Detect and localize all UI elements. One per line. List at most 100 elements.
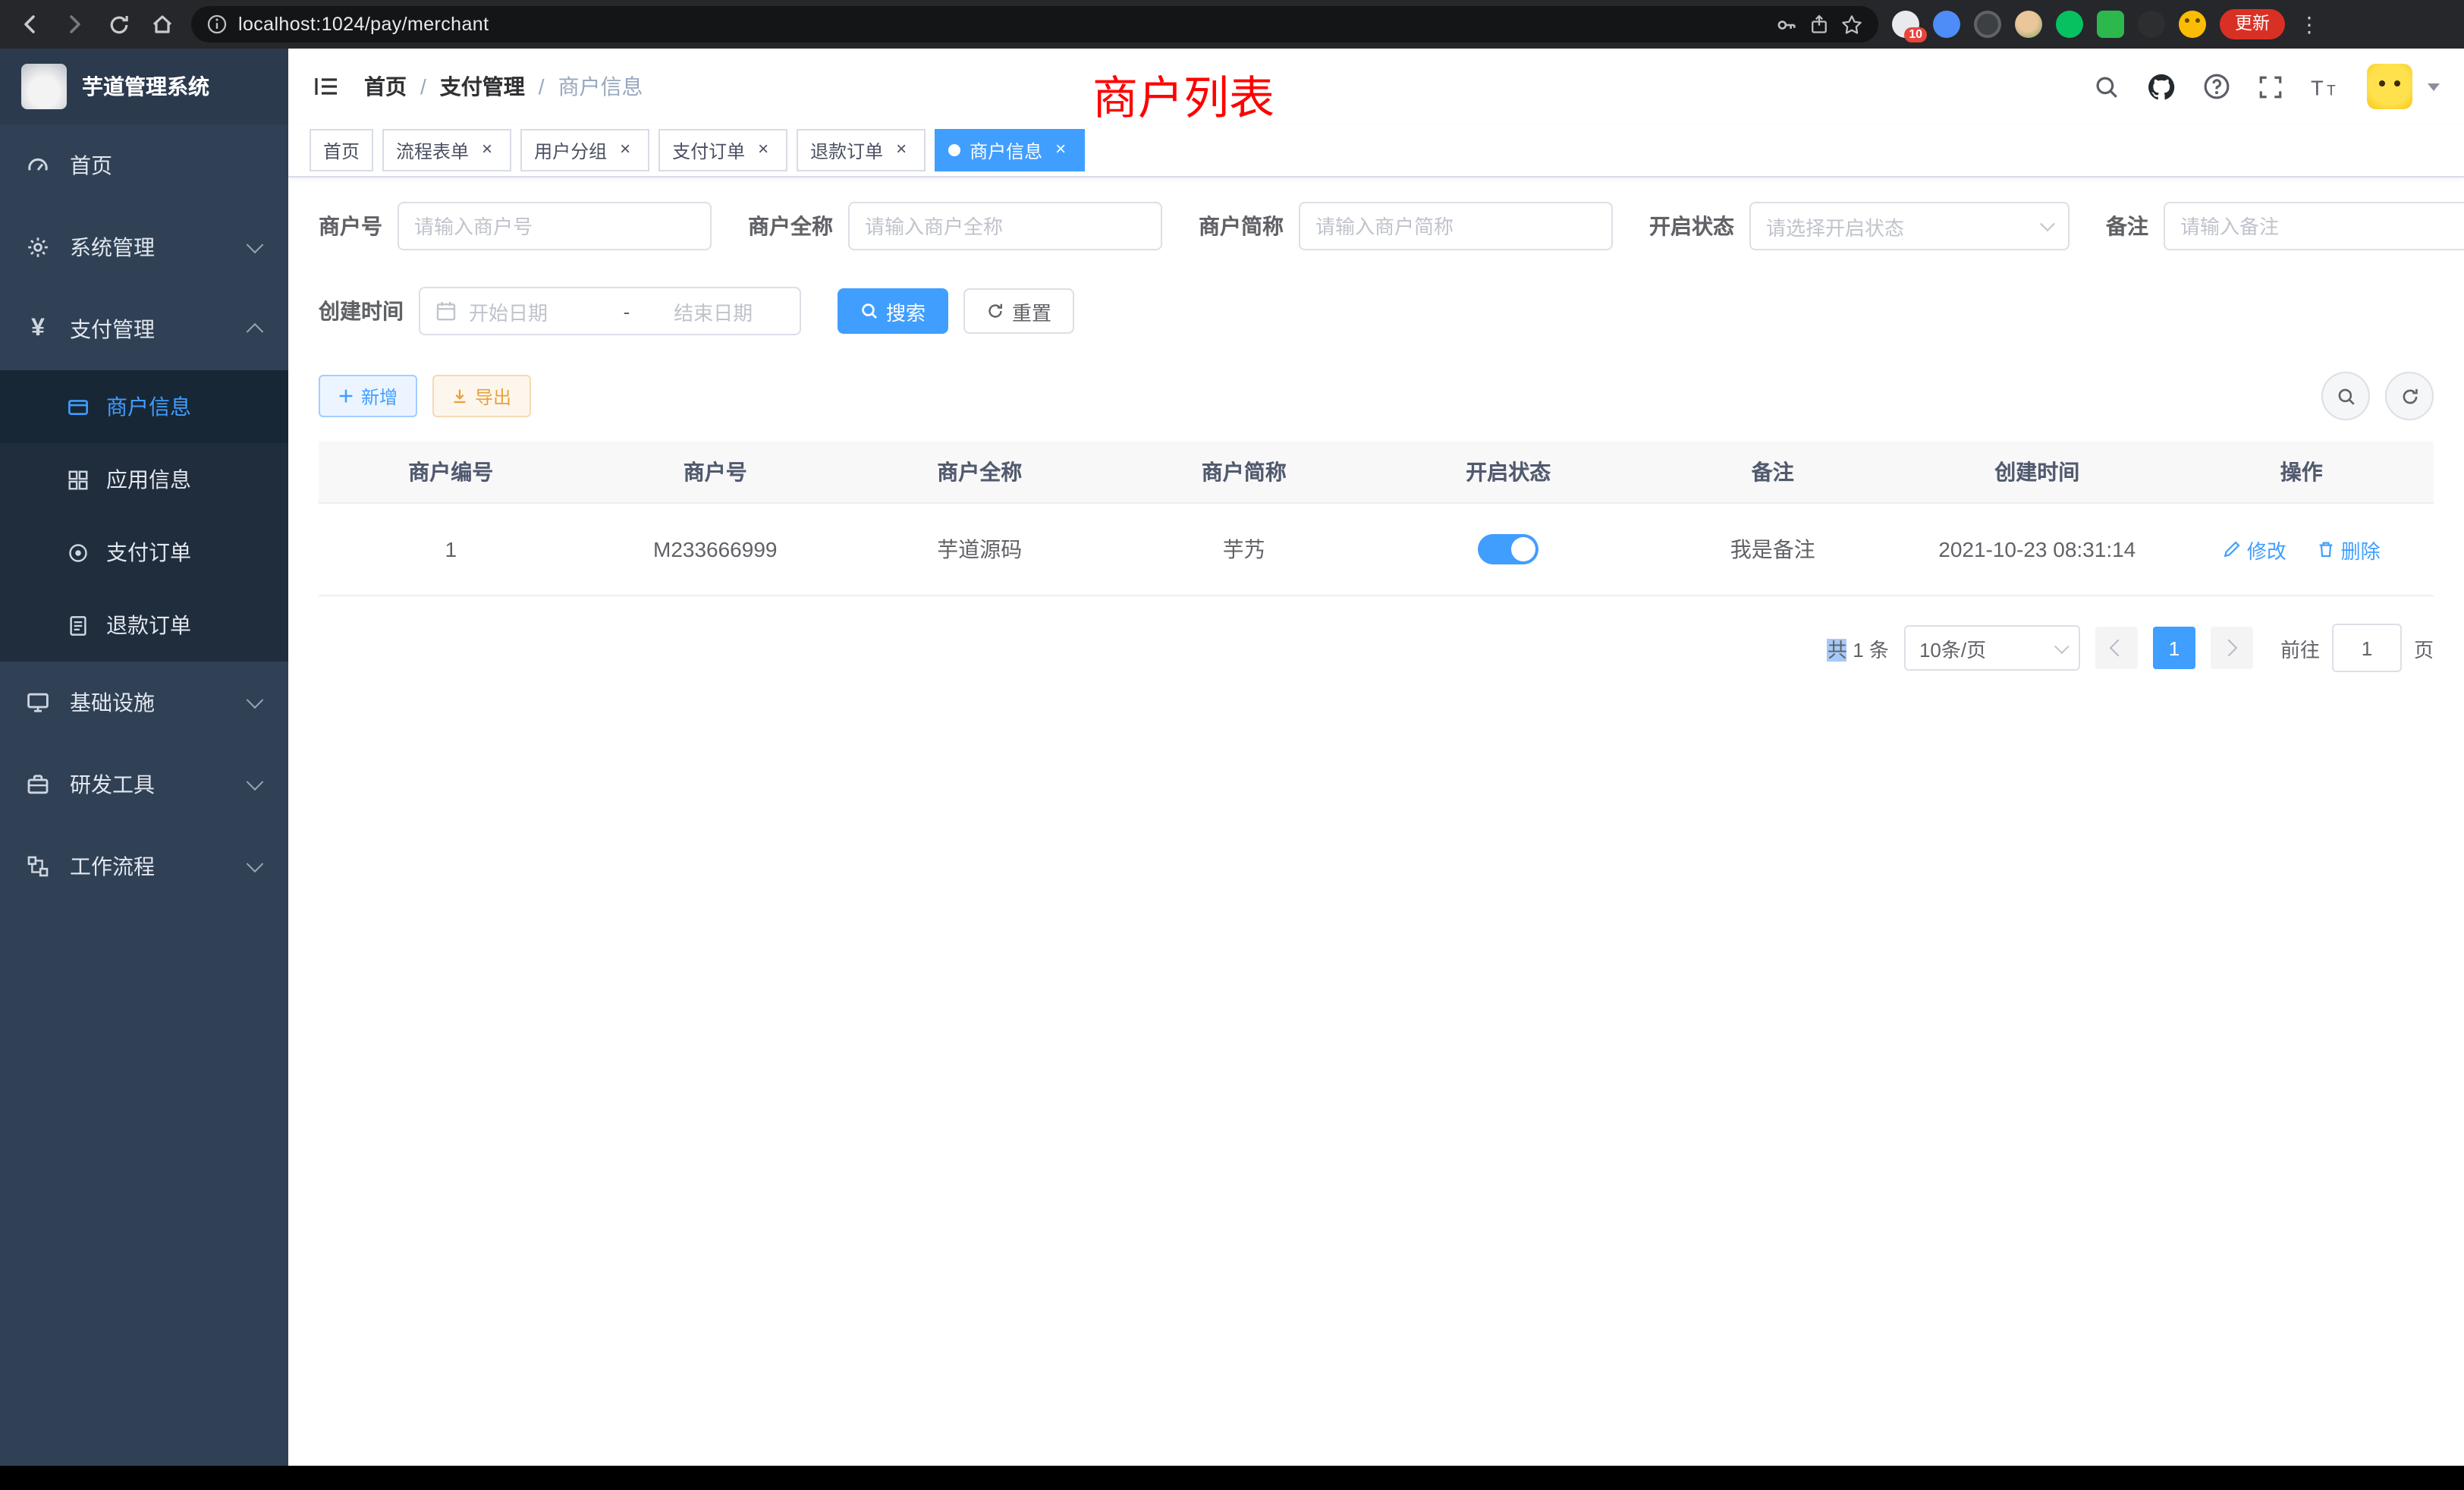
sidebar-item-label: 支付订单 [106, 537, 191, 567]
sidebar-item-pay-order[interactable]: 支付订单 [0, 516, 288, 589]
extension-avatar-icon[interactable] [2015, 11, 2042, 38]
header-actions: TT [2094, 64, 2440, 109]
date-separator: - [624, 300, 630, 322]
full-name-input[interactable] [848, 202, 1162, 250]
table-header-row: 商户编号 商户号 商户全称 商户简称 开启状态 备注 创建时间 操作 [319, 442, 2434, 503]
main-area: 首页 / 支付管理 / 商户信息 商户列表 [288, 49, 2464, 1466]
extension-paw-icon[interactable] [2138, 11, 2165, 38]
delete-link[interactable]: 删除 [2317, 535, 2381, 564]
close-icon[interactable]: × [891, 140, 912, 161]
sidebar-item-payment[interactable]: ¥ 支付管理 [0, 288, 288, 370]
breadcrumb: 首页 / 支付管理 / 商户信息 [364, 71, 643, 102]
extension-puzzle-icon[interactable]: 10 [1892, 11, 1919, 38]
page-size-select[interactable]: 10条/页 [1904, 625, 2080, 671]
extension-dark-icon[interactable] [1974, 11, 2001, 38]
page-number-button[interactable]: 1 [2153, 627, 2195, 669]
fullscreen-icon[interactable] [2258, 74, 2283, 99]
password-key-icon[interactable] [1775, 13, 1798, 36]
close-icon[interactable]: × [1050, 140, 1071, 161]
cell-actions: 修改 删除 [2170, 503, 2434, 596]
col-short-name: 商户简称 [1112, 442, 1377, 503]
help-icon[interactable] [2203, 73, 2230, 100]
goto-label: 前往 [2280, 633, 2320, 662]
edit-link[interactable]: 修改 [2223, 535, 2286, 564]
back-icon[interactable] [15, 9, 46, 39]
col-create-time: 创建时间 [1905, 442, 2170, 503]
tab-home[interactable]: 首页 [310, 129, 373, 171]
collapse-sidebar-icon[interactable] [313, 73, 340, 100]
avatar-caret-icon[interactable] [2428, 83, 2440, 90]
search-button[interactable]: 搜索 [838, 288, 948, 334]
site-info-icon[interactable] [206, 14, 228, 35]
tab-merchant-info[interactable]: 商户信息 × [935, 129, 1085, 171]
sidebar-logo[interactable]: 芋道管理系统 [0, 49, 288, 124]
cell-short-name: 芋艿 [1112, 503, 1377, 596]
cell-create-time: 2021-10-23 08:31:14 [1905, 503, 2170, 596]
create-time-field: 创建时间 开始日期 - 结束日期 [319, 287, 801, 335]
extension-wechat-devtools-icon[interactable] [2056, 11, 2083, 38]
font-size-icon[interactable]: TT [2311, 74, 2340, 99]
sidebar: 芋道管理系统 首页 系统管理 ¥ 支付管 [0, 49, 288, 1466]
close-icon[interactable]: × [753, 140, 774, 161]
extension-blue-icon[interactable] [1933, 11, 1960, 38]
chrome-update-button[interactable]: 更新 [2220, 9, 2285, 39]
chrome-menu-icon[interactable]: ⋮ [2299, 11, 2320, 37]
sidebar-item-merchant-info[interactable]: 商户信息 [0, 370, 288, 443]
total-count: 1 [1853, 638, 1863, 661]
tab-user-group[interactable]: 用户分组 × [520, 129, 649, 171]
close-icon[interactable]: × [614, 140, 636, 161]
status-toggle[interactable] [1478, 534, 1538, 564]
chevron-down-icon [247, 855, 264, 872]
url-text[interactable]: localhost:1024/pay/merchant [238, 14, 1765, 35]
breadcrumb-item[interactable]: 支付管理 [440, 71, 525, 102]
show-search-toggle-button[interactable] [2321, 372, 2370, 420]
pagination: 共 1 条 10条/页 1 前 [319, 624, 2434, 672]
merchant-no-input[interactable] [398, 202, 712, 250]
remark-input[interactable] [2164, 202, 2464, 250]
status-label: 开启状态 [1649, 211, 1734, 241]
tab-pay-order[interactable]: 支付订单 × [658, 129, 787, 171]
address-bar[interactable]: localhost:1024/pay/merchant [191, 6, 1878, 42]
sidebar-item-label: 工作流程 [70, 851, 155, 882]
sidebar-item-home[interactable]: 首页 [0, 124, 288, 206]
search-button-label: 搜索 [886, 297, 926, 325]
target-icon [64, 541, 91, 564]
bookmark-star-icon[interactable] [1840, 13, 1863, 36]
grid-icon [64, 468, 91, 491]
sidebar-item-refund-order[interactable]: 退款订单 [0, 589, 288, 662]
breadcrumb-item-current: 商户信息 [558, 71, 643, 102]
breadcrumb-item[interactable]: 首页 [364, 71, 407, 102]
forward-icon[interactable] [59, 9, 90, 39]
sidebar-item-infra[interactable]: 基础设施 [0, 662, 288, 743]
next-page-button[interactable] [2211, 627, 2253, 669]
add-button[interactable]: 新增 [319, 375, 417, 417]
date-range-picker[interactable]: 开始日期 - 结束日期 [419, 287, 801, 335]
status-select[interactable]: 请选择开启状态 [1749, 202, 2070, 250]
sidebar-item-workflow[interactable]: 工作流程 [0, 825, 288, 907]
reload-icon[interactable] [103, 9, 134, 39]
share-icon[interactable] [1809, 14, 1830, 35]
home-icon[interactable] [147, 9, 178, 39]
refresh-table-button[interactable] [2385, 372, 2434, 420]
short-name-input[interactable] [1299, 202, 1613, 250]
reset-button[interactable]: 重置 [963, 288, 1074, 334]
merchant-no-field: 商户号 [319, 202, 712, 250]
short-name-field: 商户简称 [1199, 202, 1613, 250]
page-header: 首页 / 支付管理 / 商户信息 商户列表 [288, 49, 2464, 124]
sidebar-item-app-info[interactable]: 应用信息 [0, 443, 288, 516]
github-icon[interactable] [2147, 72, 2176, 101]
sidebar-item-system[interactable]: 系统管理 [0, 206, 288, 288]
sidebar-item-devtools[interactable]: 研发工具 [0, 743, 288, 825]
tab-label: 商户信息 [970, 137, 1042, 163]
close-icon[interactable]: × [476, 140, 498, 161]
user-avatar[interactable] [2367, 64, 2412, 109]
page-title: 商户列表 [1092, 61, 1274, 127]
search-icon[interactable] [2094, 74, 2120, 99]
extension-emoji-icon[interactable] [2179, 11, 2206, 38]
goto-page-input[interactable] [2332, 624, 2402, 672]
export-button[interactable]: 导出 [432, 375, 531, 417]
prev-page-button[interactable] [2095, 627, 2138, 669]
tab-refund-order[interactable]: 退款订单 × [797, 129, 926, 171]
extension-green-icon[interactable] [2097, 11, 2124, 38]
tab-process-form[interactable]: 流程表单 × [382, 129, 511, 171]
